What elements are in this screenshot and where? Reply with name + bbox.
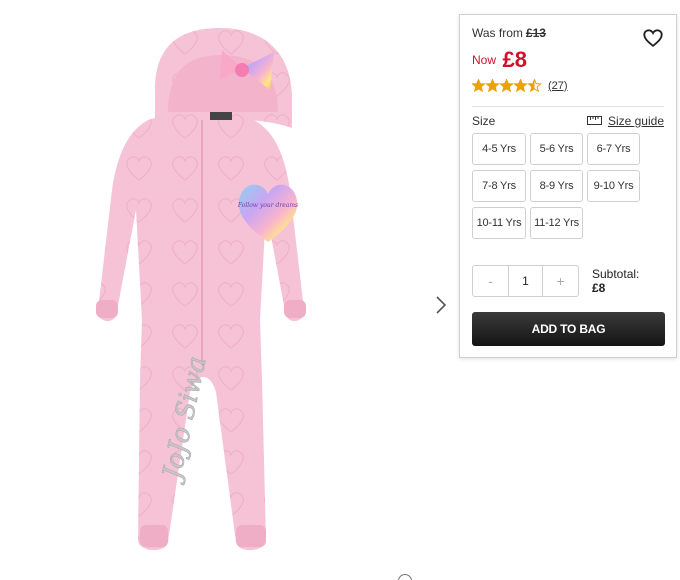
subtotal: Subtotal: £8 bbox=[592, 267, 639, 295]
star-icon bbox=[485, 79, 500, 92]
size-option-8-9[interactable]: 8-9 Yrs bbox=[530, 170, 583, 202]
size-label: Size bbox=[472, 114, 496, 128]
size-option-9-10[interactable]: 9-10 Yrs bbox=[587, 170, 640, 202]
subtotal-amount: £8 bbox=[592, 281, 606, 295]
size-guide-link[interactable]: Size guide bbox=[586, 114, 664, 128]
size-guide-label: Size guide bbox=[607, 114, 664, 128]
purchase-panel: Was from £13 Now £8 (27) Size Size guide … bbox=[459, 14, 677, 358]
quantity-stepper: - 1 + bbox=[472, 265, 579, 297]
now-label: Now bbox=[472, 53, 497, 67]
next-image-chevron-right-icon[interactable] bbox=[432, 294, 450, 316]
quantity-increase-button[interactable]: + bbox=[543, 266, 578, 296]
ruler-icon bbox=[586, 114, 602, 128]
product-image: Follow your dreams JoJo Siwa bbox=[70, 20, 400, 580]
size-option-4-5[interactable]: 4-5 Yrs bbox=[472, 133, 526, 165]
subtotal-label: Subtotal: bbox=[592, 267, 640, 281]
svg-text:Follow your dreams: Follow your dreams bbox=[237, 202, 298, 209]
quantity-decrease-button[interactable]: - bbox=[473, 266, 508, 296]
size-option-6-7[interactable]: 6-7 Yrs bbox=[587, 133, 640, 165]
now-price: £8 bbox=[502, 47, 527, 72]
size-option-7-8[interactable]: 7-8 Yrs bbox=[472, 170, 526, 202]
quantity-input[interactable]: 1 bbox=[508, 266, 543, 296]
image-pager-dot[interactable] bbox=[398, 574, 412, 580]
star-icon bbox=[527, 79, 542, 92]
was-price: £13 bbox=[525, 26, 546, 40]
star-icon bbox=[472, 79, 486, 92]
pink-onesie-illustration: Follow your dreams JoJo Siwa bbox=[96, 28, 306, 551]
review-count-link[interactable]: (27) bbox=[548, 80, 568, 92]
size-option-5-6[interactable]: 5-6 Yrs bbox=[530, 133, 583, 165]
divider bbox=[472, 106, 664, 107]
was-label: Was from bbox=[472, 26, 523, 40]
rating-row: (27) bbox=[472, 79, 568, 92]
wishlist-heart-icon[interactable] bbox=[642, 27, 664, 49]
star-rating bbox=[472, 79, 542, 92]
now-price-row: Now £8 bbox=[472, 47, 527, 73]
was-price-row: Was from £13 bbox=[472, 26, 546, 40]
size-option-10-11[interactable]: 10-11 Yrs bbox=[472, 207, 526, 239]
size-option-11-12[interactable]: 11-12 Yrs bbox=[530, 207, 583, 239]
star-icon bbox=[513, 79, 528, 92]
add-to-bag-button[interactable]: ADD TO BAG bbox=[472, 312, 665, 346]
star-icon bbox=[499, 79, 514, 92]
